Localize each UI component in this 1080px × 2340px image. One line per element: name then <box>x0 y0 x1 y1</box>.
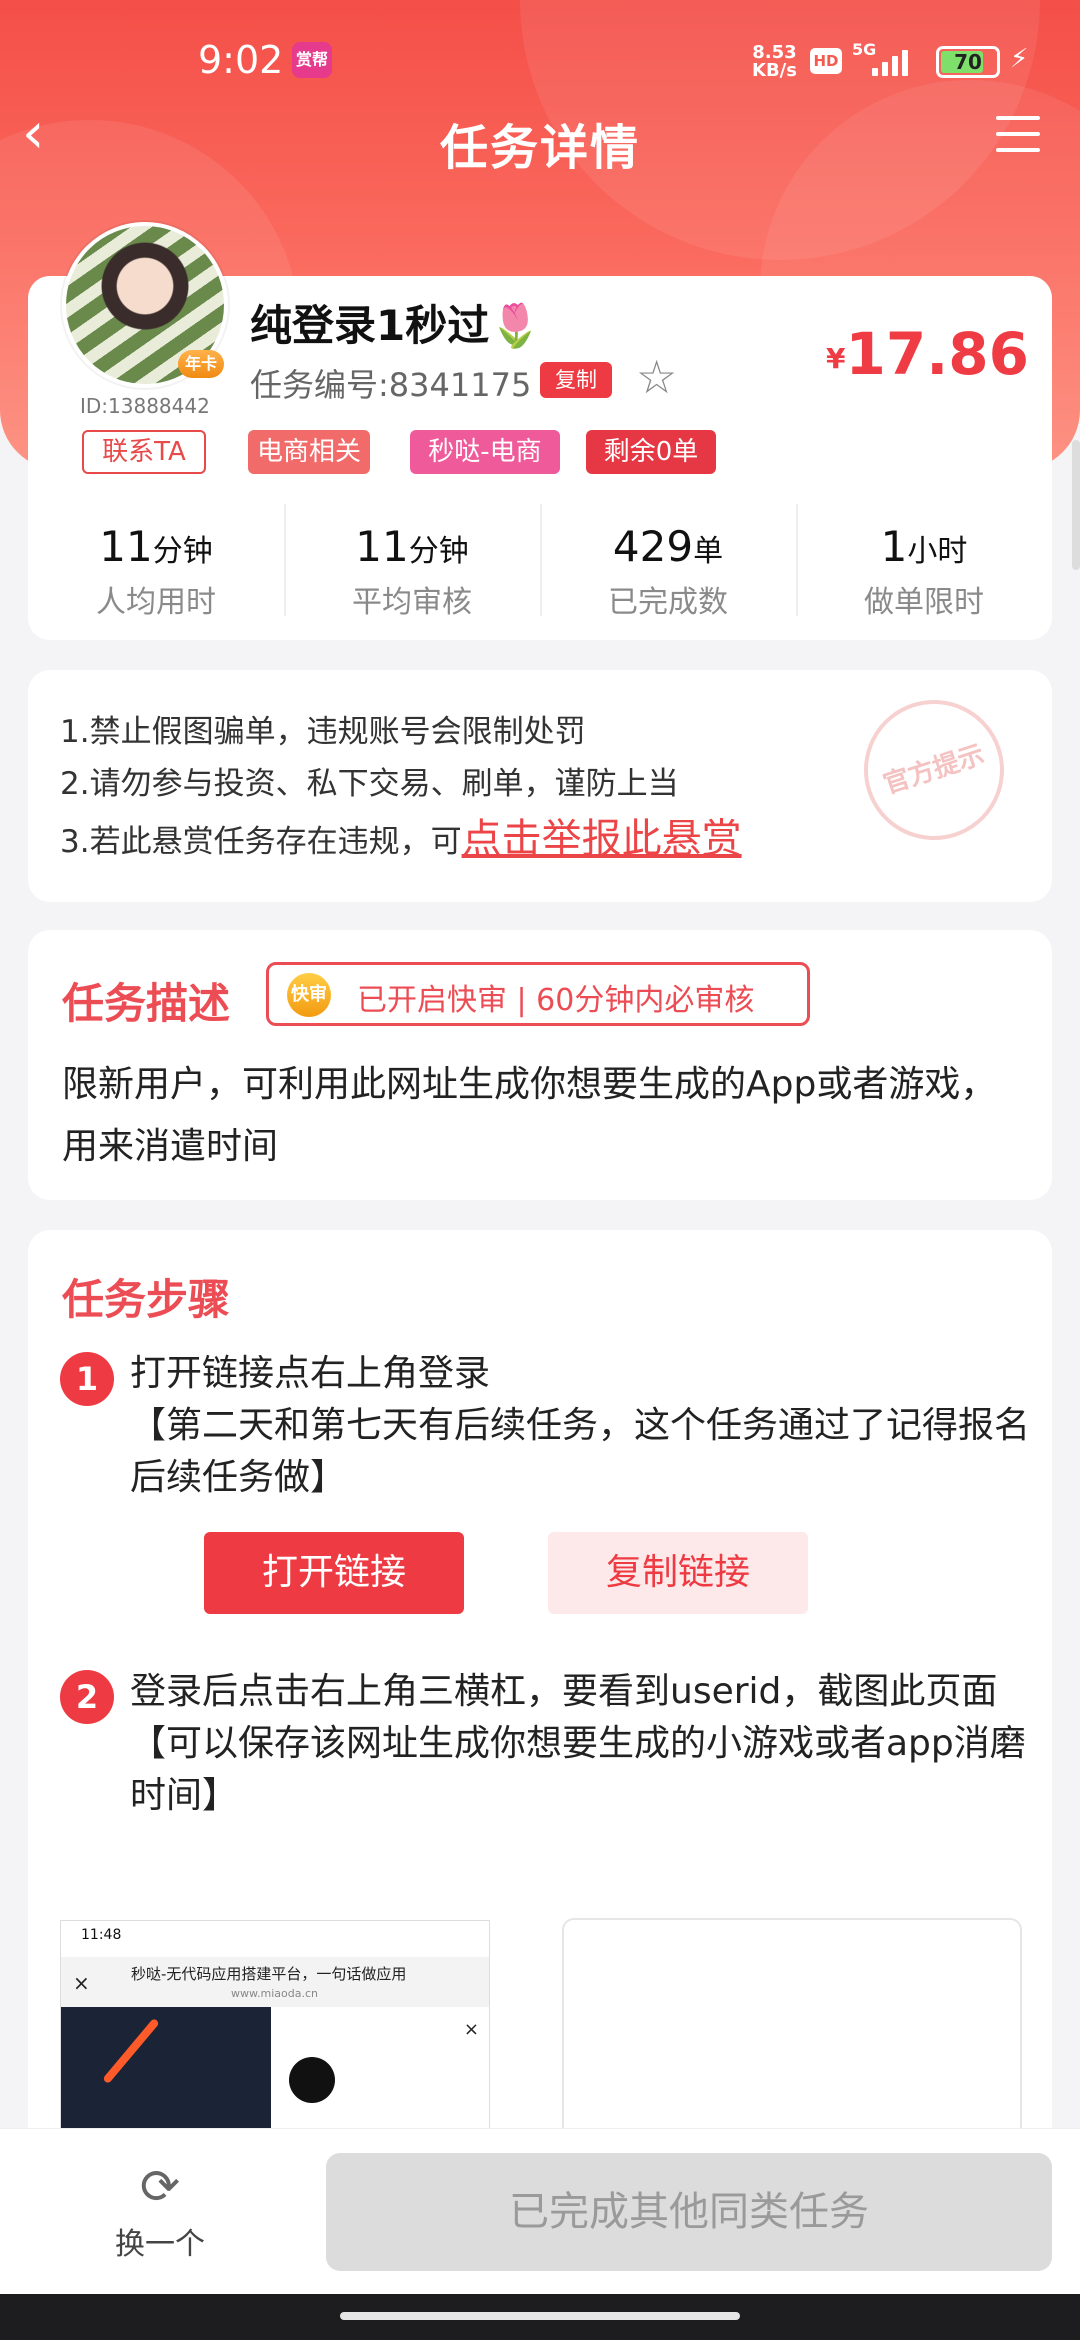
charging-icon: ⚡ <box>1010 44 1029 74</box>
task-number: 任务编号:8341175 <box>250 366 532 404</box>
hd-icon: HD <box>810 48 842 74</box>
stat-time-limit: 1小时 做单限时 <box>796 500 1052 620</box>
status-time: 9:02 <box>198 38 284 82</box>
nav-bar: ‹ 任务详情 <box>0 100 1080 180</box>
contact-button[interactable]: 联系TA <box>82 430 206 474</box>
scrollbar[interactable] <box>1072 440 1080 570</box>
tag-remaining: 剩余0单 <box>586 430 716 474</box>
upload-placeholder[interactable] <box>562 1918 1022 2138</box>
stat-avg-time: 11分钟 人均用时 <box>96 522 216 620</box>
description-body: 限新用户，可利用此网址生成你想要生成的App或者游戏，用来消遣时间 <box>62 1064 997 1167</box>
stat-avg-review: 11分钟 平均审核 <box>284 500 540 620</box>
star-icon[interactable]: ☆ <box>636 354 677 400</box>
step-text-1: 打开链接点右上角登录 【第二天和第七天有后续任务，这个任务通过了记得报名后续任务… <box>130 1353 1031 1498</box>
fast-review-icon: 快审 <box>287 973 331 1017</box>
example-screenshot[interactable]: 11:48 × 秒哒-无代码应用搭建平台，一句话做应用 www.miaoda.c… <box>60 1920 490 2130</box>
description-card: 任务描述 快审 已开启快审 | 60分钟内必审核 限新用户，可利用此网址生成你想… <box>28 930 1052 1200</box>
completed-button[interactable]: 已完成其他同类任务 <box>326 2153 1052 2271</box>
fast-review-badge: 快审 已开启快审 | 60分钟内必审核 <box>266 962 810 1026</box>
swap-button[interactable]: ⟳ 换一个 <box>100 2159 220 2263</box>
page-title: 任务详情 <box>439 120 640 176</box>
vip-badge: 年卡 <box>178 350 224 378</box>
user-id: ID:13888442 <box>80 394 210 418</box>
network-speed: 8.53 KB/s <box>752 42 797 81</box>
task-price: ¥17.86 <box>826 320 1029 388</box>
step-text-2: 登录后点击右上角三横杠，要看到userid，截图此页面 【可以保存该网址生成你想… <box>130 1671 1026 1816</box>
bottom-bar: ⟳ 换一个 已完成其他同类任务 <box>0 2128 1080 2294</box>
steps-card: 任务步骤 1 打开链接点右上角登录 【第二天和第七天有后续任务，这个任务通过了记… <box>28 1230 1052 2230</box>
task-stats: 11分钟 人均用时 11分钟 平均审核 429单 已完成数 1小时 做单限时 <box>28 500 1052 620</box>
tag-ecommerce: 电商相关 <box>248 430 370 474</box>
battery-icon: 70 <box>936 46 1000 78</box>
refresh-icon: ⟳ <box>139 2159 181 2215</box>
app-notification-icon: 赏帮 <box>292 42 332 78</box>
menu-icon[interactable] <box>996 116 1040 154</box>
step-number-2: 2 <box>60 1670 114 1724</box>
steps-title: 任务步骤 <box>62 1275 231 1324</box>
notice-line-3: 3.若此悬赏任务存在违规，可点击举报此悬赏 <box>60 816 742 862</box>
notice-line-2: 2.请勿参与投资、私下交易、刷单，谨防上当 <box>60 766 679 802</box>
stat-completed: 429单 已完成数 <box>540 500 796 620</box>
task-title: 纯登录1秒过🌷 <box>250 301 542 350</box>
tag-category: 秒哒-电商 <box>410 430 560 474</box>
home-indicator[interactable] <box>340 2312 740 2320</box>
report-link[interactable]: 点击举报此悬赏 <box>462 816 742 862</box>
system-nav-bar <box>0 2294 1080 2340</box>
copy-link-button[interactable]: 复制链接 <box>548 1532 808 1614</box>
notice-line-1: 1.禁止假图骗单，违规账号会限制处罚 <box>60 714 586 750</box>
signal-icon <box>872 46 922 76</box>
step-number-1: 1 <box>60 1352 114 1406</box>
copy-task-number-button[interactable]: 复制 <box>540 362 612 398</box>
description-title: 任务描述 <box>62 979 231 1028</box>
open-link-button[interactable]: 打开链接 <box>204 1532 464 1614</box>
